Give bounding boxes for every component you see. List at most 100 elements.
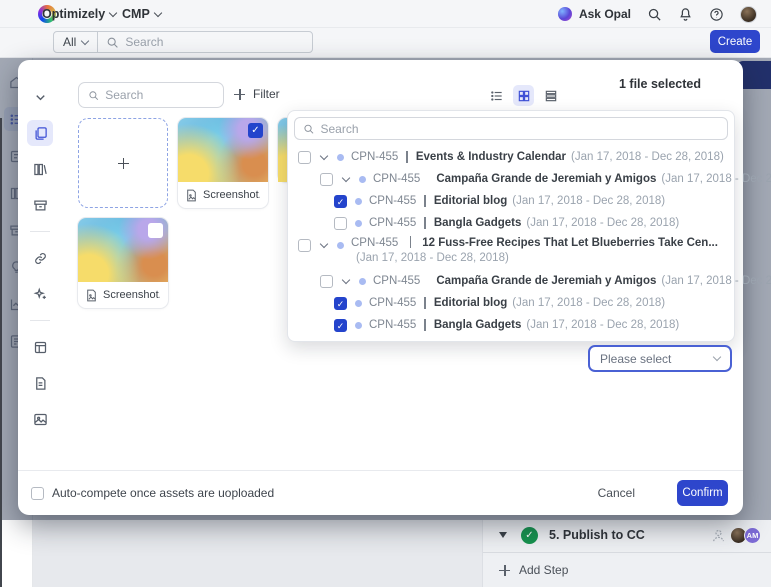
divider [424, 297, 426, 309]
auto-compete-label: Auto-compete once assets are uoploaded [52, 486, 275, 500]
create-button[interactable]: Create [710, 30, 760, 53]
chevron-down-icon[interactable] [319, 151, 329, 160]
auto-compete-checkbox[interactable] [31, 486, 44, 500]
link-icon [34, 252, 46, 264]
publish-step-row[interactable]: ✓ 5. Publish to CC AM [483, 520, 771, 550]
row-checkbox[interactable] [334, 318, 347, 332]
tree-search [294, 117, 728, 140]
files-icon [35, 126, 47, 140]
notifications-bell-icon[interactable] [678, 7, 693, 22]
file-checkbox[interactable]: ✓ [248, 123, 263, 138]
tree-row[interactable]: CPN-455 Editorial blog (Jan 17, 2018 - D… [294, 190, 728, 212]
tree-row[interactable]: CPN-455 Campaña Grande de Jeremiah y Ami… [294, 270, 771, 292]
chevron-down-icon[interactable] [319, 239, 329, 249]
campaign-tree-dropdown: CPN-455 Events & Industry Calendar (Jan … [287, 110, 771, 342]
tree-search-input[interactable] [320, 121, 719, 136]
campaign-select[interactable]: Please select [588, 345, 732, 372]
auto-compete-option[interactable]: Auto-compete once assets are uoploaded [31, 486, 274, 500]
tree-row[interactable]: CPN-455 Events & Industry Calendar (Jan … [294, 146, 728, 168]
tree-row[interactable]: CPN-455 Campaña Grande de Jeremiah y Ami… [294, 168, 771, 190]
file-checkbox[interactable] [148, 223, 163, 238]
chevron-down-icon[interactable] [341, 275, 351, 284]
campaign-title: Editorial blog [433, 297, 508, 309]
rail-item-library[interactable] [27, 156, 53, 182]
divider [406, 151, 408, 163]
assignee-avatar-initials[interactable]: AM [744, 526, 761, 544]
select-placeholder: Please select [600, 351, 672, 366]
app-menu[interactable]: CMP [122, 7, 163, 21]
row-checkbox[interactable] [298, 150, 311, 164]
confirm-button[interactable]: Confirm [677, 480, 728, 506]
top-bar-actions: Ask Opal [557, 0, 757, 28]
file-card[interactable]: Screenshot... [78, 218, 168, 308]
add-step-button[interactable]: Add Step [483, 553, 771, 577]
chevron-down-icon [712, 352, 722, 362]
campaign-dates: (Jan 17, 2018 - Dec 28, 2018) [356, 252, 509, 264]
list-view-button[interactable] [486, 85, 507, 106]
rail-item-link[interactable] [27, 245, 53, 271]
divider [424, 195, 426, 207]
step-assignees: AM [711, 526, 761, 544]
rail-item-documents[interactable] [27, 370, 53, 396]
grid-view-button[interactable] [513, 85, 534, 106]
list-view-icon [490, 90, 502, 101]
campaign-title: Campaña Grande de Jeremiah y Amigos [436, 275, 657, 287]
search-icon [89, 90, 99, 100]
ask-opal-button[interactable]: Ask Opal [557, 7, 631, 21]
campaign-title: 12 Fuss-Free Recipes That Let Blueberrie… [422, 237, 718, 249]
help-icon[interactable] [709, 7, 724, 22]
selected-count: 1 file selected [619, 77, 701, 91]
add-step-label: Add Step [519, 563, 569, 577]
row-checkbox[interactable] [298, 239, 311, 252]
file-label-row: Screenshot... [178, 182, 268, 208]
tree-row[interactable]: CPN-455 Bangla Gadgets (Jan 17, 2018 - D… [294, 212, 728, 234]
search-field-wrap [98, 35, 312, 49]
file-label-row: Screenshot... [78, 282, 168, 308]
campaign-dates: (Jan 17, 2018 - Dec 28, 2018) [661, 173, 771, 185]
row-checkbox[interactable] [334, 216, 347, 230]
row-checkbox[interactable] [334, 296, 347, 310]
rail-item-ai-generate[interactable] [27, 281, 53, 307]
assign-user-icon[interactable] [711, 528, 726, 543]
filter-label: Filter [253, 87, 280, 101]
search-scope-dropdown[interactable]: All [54, 32, 99, 52]
search-input[interactable] [125, 35, 276, 49]
tree-row[interactable]: CPN-455 Editorial blog (Jan 17, 2018 - D… [294, 292, 728, 314]
row-checkbox[interactable] [320, 274, 333, 288]
user-avatar[interactable] [740, 5, 757, 23]
upload-dropzone[interactable] [78, 118, 168, 208]
campaign-title: Campaña Grande de Jeremiah y Amigos [436, 173, 657, 185]
cancel-button[interactable]: Cancel [598, 486, 635, 500]
detail-view-button[interactable] [540, 85, 561, 106]
global-top-bar: Optimizely CMP Ask Opal [0, 0, 771, 28]
step-complete-icon: ✓ [521, 526, 538, 544]
row-checkbox[interactable] [320, 172, 333, 186]
rail-item-images[interactable] [27, 406, 53, 432]
product-menu[interactable]: Optimizely [42, 7, 118, 21]
rail-item-templates[interactable] [27, 334, 53, 360]
row-checkbox[interactable] [334, 194, 347, 208]
campaign-dates: (Jan 17, 2018 - Dec 28, 2018) [571, 151, 724, 163]
status-dot [355, 219, 362, 227]
rail-item-files[interactable] [27, 120, 53, 146]
asset-picker-dialog: Filter 1 file selected ✓ Screenshot... [18, 60, 771, 515]
collapse-rail-button[interactable] [27, 84, 53, 110]
plus-icon [499, 564, 510, 576]
search-icon[interactable] [647, 7, 662, 22]
library-search-input[interactable] [105, 88, 214, 102]
search-icon [304, 124, 314, 134]
task-steps-panel: ✓ 5. Publish to CC AM Add Step [482, 520, 771, 587]
window-edge [0, 118, 2, 587]
rail-item-archive[interactable] [27, 192, 53, 218]
product-menu-label: Optimizely [42, 7, 106, 21]
view-toggles [486, 85, 561, 106]
chevron-down-icon[interactable] [341, 173, 351, 182]
filter-button[interactable]: Filter [234, 87, 280, 101]
library-search [78, 82, 224, 108]
tree-row[interactable]: CPN-455 Bangla Gadgets (Jan 17, 2018 - D… [294, 314, 728, 336]
tree-row[interactable]: CPN-455 12 Fuss-Free Recipes That Let Bl… [294, 234, 728, 270]
collapse-chevron-icon[interactable] [499, 532, 507, 538]
file-card[interactable]: ✓ Screenshot... [178, 118, 268, 208]
status-dot [337, 242, 344, 249]
chevron-down-icon [153, 8, 163, 17]
